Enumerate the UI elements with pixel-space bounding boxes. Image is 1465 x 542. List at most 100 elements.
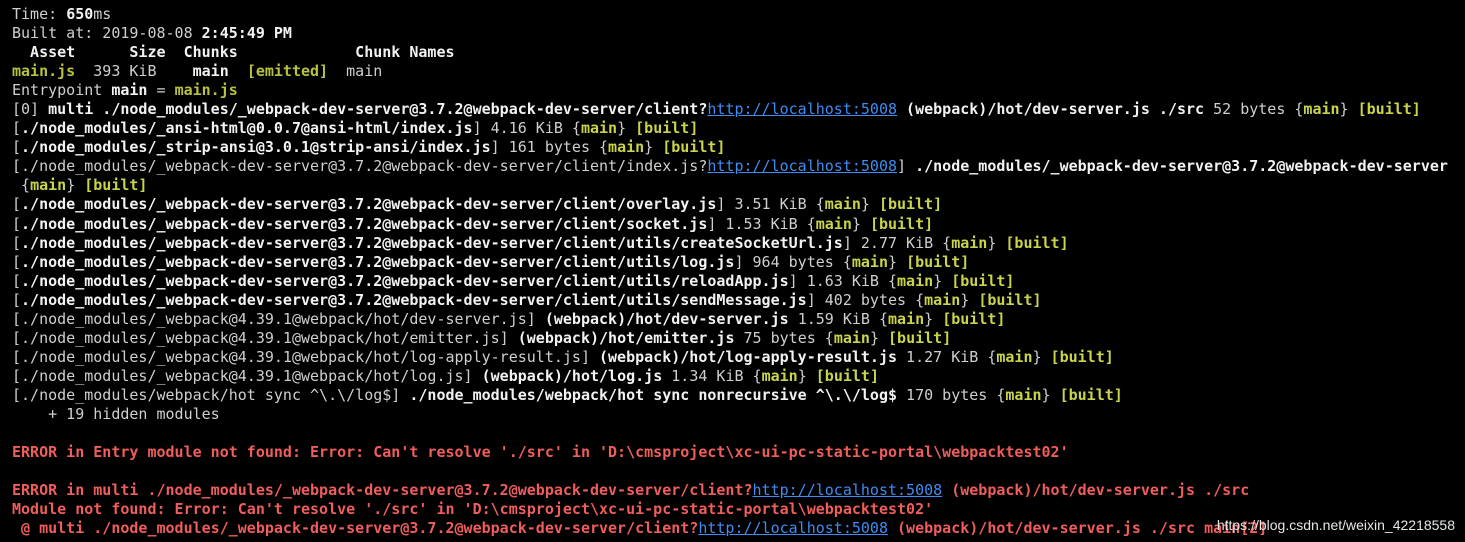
terminal-text: } — [987, 233, 1006, 252]
terminal-text: } — [1041, 385, 1060, 404]
terminal-text: [built] — [1005, 233, 1069, 252]
terminal-text: } — [933, 271, 952, 290]
terminal-text: } — [617, 119, 636, 138]
terminal-text: main — [111, 81, 148, 100]
terminal-text: 1.59 KiB { — [788, 309, 889, 328]
terminal-text: ] 3.51 KiB { — [716, 195, 825, 214]
terminal-text: main.js — [12, 62, 76, 81]
terminal-text: } — [1339, 100, 1358, 119]
terminal-line: main.js 393 KiB main [emitted] main — [0, 62, 1465, 81]
terminal-line: ERROR in multi ./node_modules/_webpack-d… — [0, 481, 1465, 500]
terminal-text: Asset Size Chunks Chunk Names — [12, 43, 455, 62]
terminal-text: [built] — [906, 252, 970, 271]
terminal-text: main — [924, 290, 961, 309]
terminal-text: Built at: 2019-08-08 — [12, 24, 202, 43]
terminal-text: ./node_modules/_webpack-dev-server@3.7.2… — [21, 214, 708, 233]
terminal-line: ERROR in Entry module not found: Error: … — [0, 443, 1465, 462]
terminal-text: Time: — [12, 5, 67, 23]
terminal-text: 52 bytes { — [1204, 100, 1304, 119]
terminal-text: [built] — [978, 290, 1042, 309]
localhost-link[interactable]: http://localhost:5008 — [707, 157, 897, 175]
terminal-text: [ — [12, 195, 22, 214]
terminal-line: [./node_modules/_ansi-html@0.0.7@ansi-ht… — [0, 119, 1465, 138]
terminal-text: [./node_modules/webpack/hot sync ^\.\/lo… — [12, 385, 410, 404]
terminal-text: } — [860, 195, 879, 214]
terminal-text: ] 1.63 KiB { — [788, 271, 898, 290]
terminal-text: multi ./node_modules/_webpack-dev-server… — [48, 100, 708, 119]
terminal-text: + 19 hidden modules — [12, 404, 220, 423]
terminal-text: [./node_modules/_webpack@4.39.1@webpack/… — [12, 309, 545, 328]
terminal-line: [./node_modules/_webpack-dev-server@3.7.… — [0, 157, 1465, 176]
terminal-text: ERROR in Entry module not found: Error: … — [12, 443, 1069, 462]
terminal-text: [ — [12, 290, 22, 309]
terminal-text: ./node_modules/webpack/hot sync nonrecur… — [409, 385, 898, 404]
terminal-text: ./node_modules/_webpack-dev-server@3.7.2… — [21, 271, 789, 290]
terminal-text: [built] — [1357, 100, 1421, 119]
terminal-text: main — [824, 195, 861, 214]
terminal-text: [ — [12, 252, 22, 271]
terminal-line: [./node_modules/webpack/hot sync ^\.\/lo… — [0, 386, 1465, 405]
terminal-line: {main} [built] — [0, 176, 1465, 195]
terminal-text: ms — [93, 5, 112, 23]
terminal-text: ] 1.53 KiB { — [707, 214, 816, 233]
terminal-text: } — [1032, 347, 1051, 366]
terminal-text: main — [815, 214, 852, 233]
terminal-text: ./node_modules/_webpack-dev-server@3.7.2… — [21, 290, 807, 309]
terminal-text: (webpack)/hot/dev-server.js ./src — [897, 100, 1205, 119]
terminal-text: main — [192, 62, 229, 81]
terminal-output[interactable]: Time: 650ms Built at: 2019-08-08 2:45:49 … — [0, 0, 1465, 542]
terminal-text: [built] — [888, 328, 952, 347]
terminal-line: [./node_modules/_webpack@4.39.1@webpack/… — [0, 348, 1465, 367]
terminal-line: [./node_modules/_webpack@4.39.1@webpack/… — [0, 367, 1465, 386]
localhost-link[interactable]: http://localhost:5008 — [753, 481, 943, 499]
terminal-text: main — [1303, 100, 1340, 119]
terminal-text: [built] — [869, 214, 934, 233]
terminal-text: [ — [12, 214, 22, 233]
terminal-text: 650 — [66, 5, 94, 23]
localhost-link[interactable]: http://localhost:5008 — [698, 519, 888, 537]
terminal-text: ] — [897, 157, 916, 176]
terminal-text: main — [888, 309, 925, 328]
terminal-text: ERROR in multi ./node_modules/_webpack-d… — [12, 481, 753, 500]
terminal-text: [built] — [951, 271, 1015, 290]
terminal-line: [./node_modules/_webpack@4.39.1@webpack/… — [0, 310, 1465, 329]
terminal-line: [./node_modules/_webpack-dev-server@3.7.… — [0, 272, 1465, 291]
terminal-text: [./node_modules/_webpack@4.39.1@webpack/… — [12, 347, 599, 366]
terminal-text: main — [30, 176, 67, 195]
terminal-text: main — [328, 62, 383, 81]
terminal-text: main — [761, 366, 798, 385]
terminal-text: } — [960, 290, 979, 309]
terminal-text: [ — [12, 119, 22, 138]
terminal-text: ] 161 bytes { — [490, 138, 609, 157]
terminal-text: Module not found: Error: Can't resolve '… — [12, 500, 934, 519]
terminal-text: Entrypoint — [12, 81, 112, 100]
terminal-line: Time: 650ms — [0, 5, 1465, 24]
localhost-link[interactable]: http://localhost:5008 — [707, 100, 897, 118]
terminal-text: ./node_modules/_ansi-html@0.0.7@ansi-htm… — [21, 119, 473, 138]
terminal-line: [./node_modules/_webpack@4.39.1@webpack/… — [0, 329, 1465, 348]
terminal-text: [built] — [942, 309, 1006, 328]
terminal-text: main — [833, 328, 870, 347]
terminal-text: [./node_modules/_webpack@4.39.1@webpack/… — [12, 328, 518, 347]
terminal-text: [built] — [635, 119, 699, 138]
terminal-text: [built] — [662, 138, 726, 157]
terminal-text: } — [888, 252, 907, 271]
terminal-text: [ — [12, 233, 22, 252]
terminal-text: [built] — [815, 366, 879, 385]
terminal-line: + 19 hidden modules — [0, 405, 1465, 424]
terminal-line: Asset Size Chunks Chunk Names — [0, 43, 1465, 62]
terminal-text: [built] — [878, 195, 943, 214]
terminal-text: 2:45:49 PM — [201, 24, 292, 43]
terminal-text: 170 bytes { — [897, 385, 1006, 404]
terminal-text: } — [924, 309, 943, 328]
terminal-text: } — [797, 366, 816, 385]
terminal-text: [./node_modules/_webpack-dev-server@3.7.… — [12, 157, 708, 176]
terminal-text: ] 4.16 KiB { — [472, 119, 581, 138]
terminal-text: main — [608, 138, 645, 157]
terminal-text: [ — [12, 271, 22, 290]
terminal-text: (webpack)/hot/emitter.js — [517, 328, 735, 347]
terminal-text: ./node_modules/_strip-ansi@3.0.1@strip-a… — [21, 138, 491, 157]
terminal-text: [ — [12, 138, 22, 157]
